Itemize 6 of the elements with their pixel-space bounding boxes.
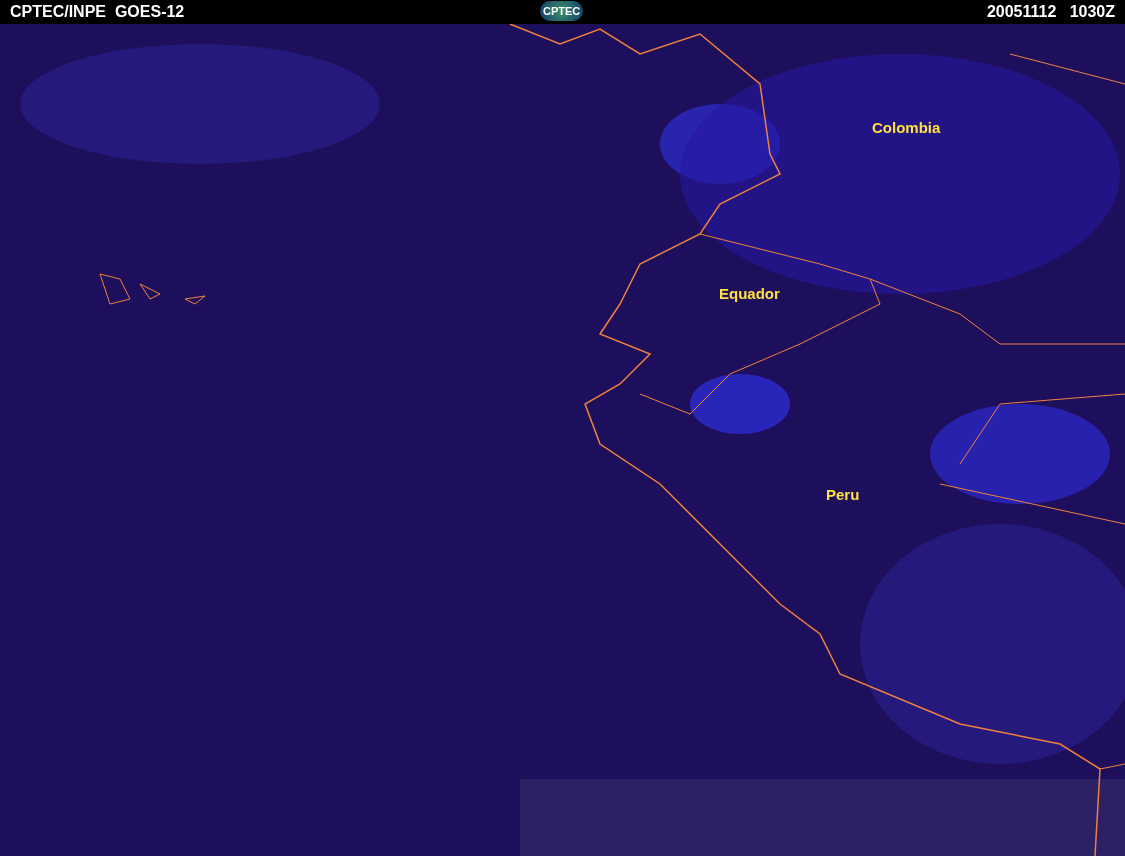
header-title: CPTEC/INPE GOES-12 [10, 2, 185, 22]
country-label: Equador [719, 284, 780, 304]
country-label: Peru [826, 485, 860, 505]
logo: CPTEC [540, 1, 584, 21]
timestamp: 20051112 1030Z [986, 2, 1115, 22]
country-label: Colombia [872, 118, 941, 138]
